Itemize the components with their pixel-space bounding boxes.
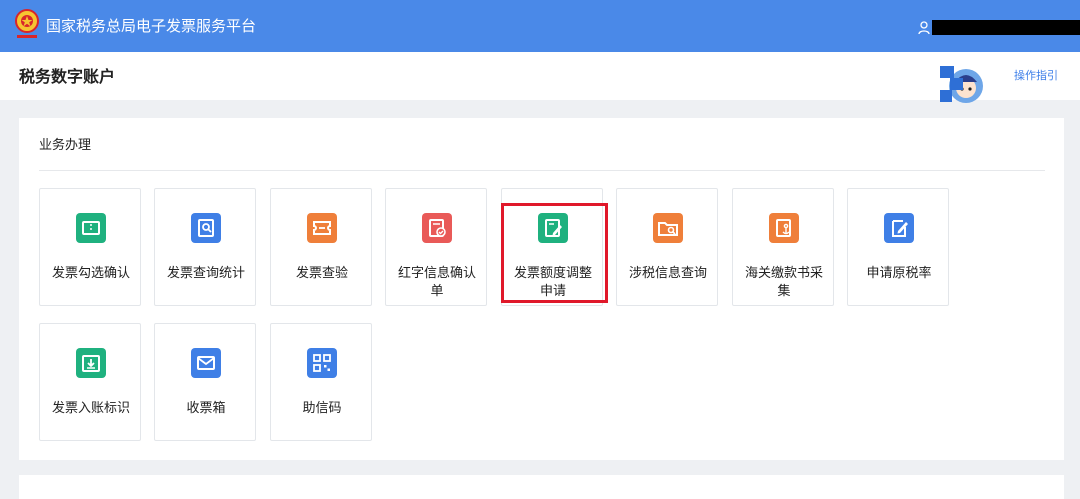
page-title: 税务数字账户 xyxy=(19,67,116,86)
account-header: 税务数字账户 xyxy=(0,52,1080,100)
tile-label: 发票入账标识 xyxy=(51,401,130,416)
folder-search-icon xyxy=(653,213,683,243)
ticket-icon xyxy=(76,213,106,243)
tile-assist-code[interactable]: 助信码 xyxy=(270,323,372,441)
tile-customs-payment-collection[interactable]: 海关缴款书采集 xyxy=(732,188,834,306)
tile-label: 涉税信息查询 xyxy=(628,266,707,281)
tile-label: 发票查询统计 xyxy=(166,266,245,281)
tax-assistant-avatar-icon[interactable] xyxy=(938,62,984,106)
lower-panel xyxy=(19,475,1064,499)
highlight-box xyxy=(501,203,608,303)
platform-title: 国家税务总局电子发票服务平台 xyxy=(46,17,257,35)
tile-invoice-accounting-mark[interactable]: 发票入账标识 xyxy=(39,323,141,441)
tile-label: 发票勾选确认 xyxy=(51,266,130,281)
tile-invoice-query[interactable]: 发票查询统计 xyxy=(154,188,256,306)
user-icon[interactable] xyxy=(918,20,930,35)
divider xyxy=(39,170,1045,171)
tile-label: 收票箱 xyxy=(186,401,226,416)
inbox-download-icon xyxy=(76,348,106,378)
tile-invoice-selection[interactable]: 发票勾选确认 xyxy=(39,188,141,306)
tile-tax-info-query[interactable]: 涉税信息查询 xyxy=(616,188,718,306)
qr-code-icon xyxy=(307,348,337,378)
tax-emblem-icon xyxy=(14,8,40,42)
ticket-check-icon xyxy=(307,213,337,243)
tile-invoice-verification[interactable]: 发票查验 xyxy=(270,188,372,306)
tile-label: 助信码 xyxy=(302,401,342,416)
edit-note-icon xyxy=(884,213,914,243)
tile-original-tax-rate-application[interactable]: 申请原税率 xyxy=(847,188,949,306)
tile-red-letter-confirmation[interactable]: 红字信息确认单 xyxy=(385,188,487,306)
mail-icon xyxy=(191,348,221,378)
red-form-icon xyxy=(422,213,452,243)
section-title: 业务办理 xyxy=(39,138,92,153)
tile-label: 发票查验 xyxy=(295,266,348,281)
tile-label: 海关缴款书采集 xyxy=(744,266,823,299)
tile-label: 申请原税率 xyxy=(866,266,932,281)
tile-receipt-box[interactable]: 收票箱 xyxy=(154,323,256,441)
anchor-document-icon xyxy=(769,213,799,243)
tile-label: 红字信息确认单 xyxy=(397,266,476,299)
user-name-redacted[interactable] xyxy=(932,20,1080,35)
search-document-icon xyxy=(191,213,221,243)
operation-guide-link[interactable]: 操作指引 xyxy=(1014,69,1058,83)
top-bar: 国家税务总局电子发票服务平台 xyxy=(0,0,1080,52)
